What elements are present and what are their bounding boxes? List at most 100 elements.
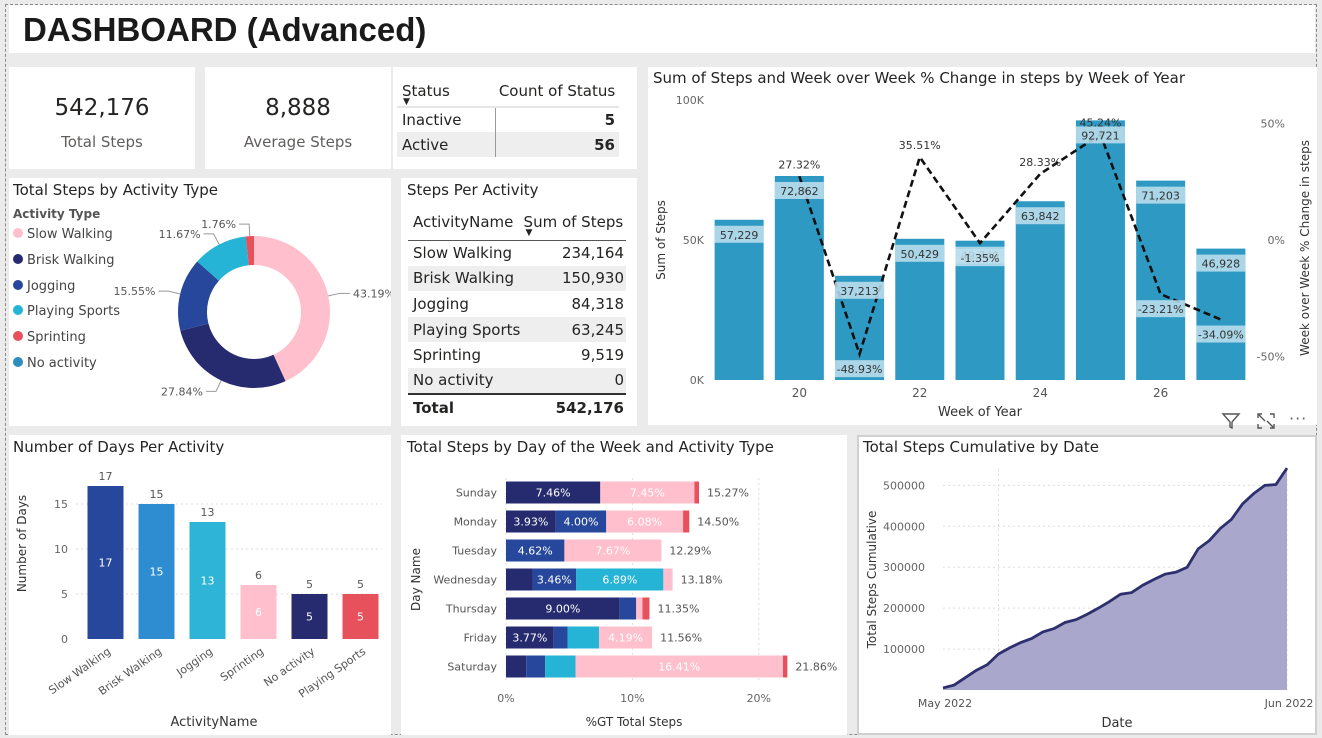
y-tick-label: Tuesday xyxy=(451,545,497,558)
day-of-week-card[interactable]: Total Steps by Day of the Week and Activ… xyxy=(401,435,847,735)
segment-data-label: 3.77% xyxy=(512,632,547,645)
sum-of-steps-cell: 9,519 xyxy=(581,346,624,365)
bar-data-label: 37,213 xyxy=(840,285,879,298)
donut-data-label: 1.76% xyxy=(201,218,236,231)
bar-data-label: 15 xyxy=(150,566,164,579)
sum-of-steps-cell: 150,930 xyxy=(561,269,624,288)
activityname-header[interactable]: ActivityName xyxy=(408,204,524,240)
table-row: Active 56 xyxy=(397,132,619,157)
segment-data-label: 4.00% xyxy=(563,516,598,529)
area-chart[interactable]: 100000 200000 300000 400000 500000Total Step… xyxy=(859,437,1315,733)
bar-data-label: 5 xyxy=(306,611,313,624)
week-bar xyxy=(1136,180,1186,380)
status-header[interactable]: Status ▼ xyxy=(397,75,495,108)
status-table-card[interactable]: Status ▼ Count of Status Inactive 5 Activ… xyxy=(393,67,637,169)
sort-descending-icon: ▼ xyxy=(525,228,533,238)
bar-data-label: 6 xyxy=(255,606,262,619)
count-of-status-header[interactable]: Count of Status xyxy=(495,75,619,107)
activity-name-cell: Brisk Walking xyxy=(413,269,515,288)
row-total-label: 15.27% xyxy=(707,487,749,500)
y2-axis-title: Week over Week % Change in steps xyxy=(1298,140,1312,356)
y-tick-label: Sunday xyxy=(456,487,498,500)
count-cell: 56 xyxy=(594,135,615,154)
total-value: 542,176 xyxy=(555,398,624,417)
kpi-average-steps-value: 8,888 xyxy=(265,95,331,121)
line-data-label: -34.09% xyxy=(1198,329,1244,342)
bar-data-label: 71,203 xyxy=(1141,190,1180,203)
y-tick-label: 400000 xyxy=(883,520,925,533)
x-tick-label: 20 xyxy=(792,386,807,400)
status-table: Status ▼ Count of Status Inactive 5 Activ… xyxy=(397,75,619,157)
filter-icon[interactable] xyxy=(1221,412,1241,434)
kpi-total-steps-value: 542,176 xyxy=(54,95,150,121)
activity-name-cell: Jogging xyxy=(413,294,469,313)
bar-data-label: 72,862 xyxy=(780,185,819,198)
segment-data-label: 3.93% xyxy=(513,516,548,529)
stacked-segment xyxy=(506,655,527,678)
bar-data-label: 63,842 xyxy=(1021,210,1059,223)
bar-total-label: 5 xyxy=(357,578,364,591)
x-tick-label: May 2022 xyxy=(918,697,972,710)
x-tick-label: 22 xyxy=(912,386,927,400)
y-tick-label: 200000 xyxy=(883,602,925,615)
weekly-steps-combo-card[interactable]: Sum of Steps and Week over Week % Change… xyxy=(648,67,1317,425)
x-tick-label: 24 xyxy=(1033,386,1048,400)
segment-data-label: 7.46% xyxy=(536,487,571,500)
combo-chart[interactable]: 0K 50K 100K -50% 0% 50% 20 22 24 26 Sum of Steps We… xyxy=(648,67,1317,425)
activity-name-cell: No activity xyxy=(413,371,494,390)
line-data-label: 27.32% xyxy=(778,158,820,171)
y-tick-label: 100000 xyxy=(883,643,925,656)
stacked-segment xyxy=(526,655,546,678)
y-tick-label: 100K xyxy=(676,94,705,107)
steps-per-activity-card[interactable]: Steps Per Activity ActivityName Sum of S… xyxy=(401,178,637,426)
donut-data-label: 11.67% xyxy=(159,228,201,241)
y-tick-label: 500000 xyxy=(883,479,925,492)
row-total-label: 12.29% xyxy=(669,545,711,558)
line-data-label: 28.33% xyxy=(1019,156,1061,169)
focus-mode-icon[interactable] xyxy=(1256,412,1276,434)
x-tick-label: 0% xyxy=(497,692,514,705)
y-tick-label: 50K xyxy=(683,234,705,247)
activity-name-cell: Playing Sports xyxy=(413,320,521,339)
y2-tick-label: 0% xyxy=(1268,234,1285,247)
x-axis-title: %GT Total Steps xyxy=(586,715,683,729)
table-row: Inactive 5 xyxy=(397,107,619,132)
bar-data-label: 17 xyxy=(99,557,113,570)
y-axis-title: Sum of Steps xyxy=(654,200,668,280)
steps-table-title: Steps Per Activity xyxy=(407,181,539,199)
x-tick-label: Jogging xyxy=(173,645,215,680)
segment-data-label: 7.45% xyxy=(630,487,665,500)
segment-data-label: 9.00% xyxy=(545,603,580,616)
y2-tick-label: -50% xyxy=(1257,351,1285,364)
y-tick-label: 300000 xyxy=(883,561,925,574)
x-axis-title: ActivityName xyxy=(171,715,258,730)
count-cell: 5 xyxy=(604,111,615,129)
row-total-label: 11.35% xyxy=(657,603,699,616)
donut-chart[interactable]: 43.19% 27.84% 15.55% 11.67%1.76% xyxy=(9,178,391,426)
y-axis-title: Number of Days xyxy=(15,495,29,592)
stacked-segment xyxy=(683,510,690,533)
week-bar xyxy=(1075,120,1125,380)
kpi-total-steps-card[interactable]: 542,176 Total Steps xyxy=(9,67,195,169)
week-bar xyxy=(774,175,824,380)
line-data-label: -23.21% xyxy=(1138,303,1184,316)
donut-leader-line xyxy=(205,380,222,392)
donut-leader-line xyxy=(328,292,350,297)
donut-slice xyxy=(180,323,286,388)
days-per-activity-card[interactable]: Number of Days Per Activity 0 5 10 15 Number… xyxy=(9,435,391,735)
stacked-segment xyxy=(663,568,673,591)
bar-total-label: 17 xyxy=(99,470,113,483)
stacked-bar-chart[interactable]: 0% 10% 20% Day Name %GT Total Steps Sunday 7.4… xyxy=(401,435,847,735)
more-options-icon[interactable]: ··· xyxy=(1289,409,1307,428)
sum-of-steps-header[interactable]: Sum of Steps ▼ xyxy=(524,204,626,240)
y-tick-label: 15 xyxy=(54,498,68,511)
y-tick-label: Thursday xyxy=(445,603,498,616)
days-bar-chart[interactable]: 051015Number of DaysActivityName1717Slow… xyxy=(9,435,391,735)
title-bar: DASHBOARD (Advanced) xyxy=(9,5,1315,53)
segment-data-label: 4.19% xyxy=(608,632,643,645)
sum-of-steps-cell: 0 xyxy=(614,371,624,390)
cumulative-card[interactable]: Total Steps Cumulative by Date 100000 200… xyxy=(857,435,1317,735)
kpi-average-steps-card[interactable]: 8,888 Average Steps xyxy=(205,67,391,169)
table-row: Jogging 84,318 xyxy=(408,291,626,317)
activity-donut-card[interactable]: Total Steps by Activity Type Activity Ty… xyxy=(9,178,391,426)
